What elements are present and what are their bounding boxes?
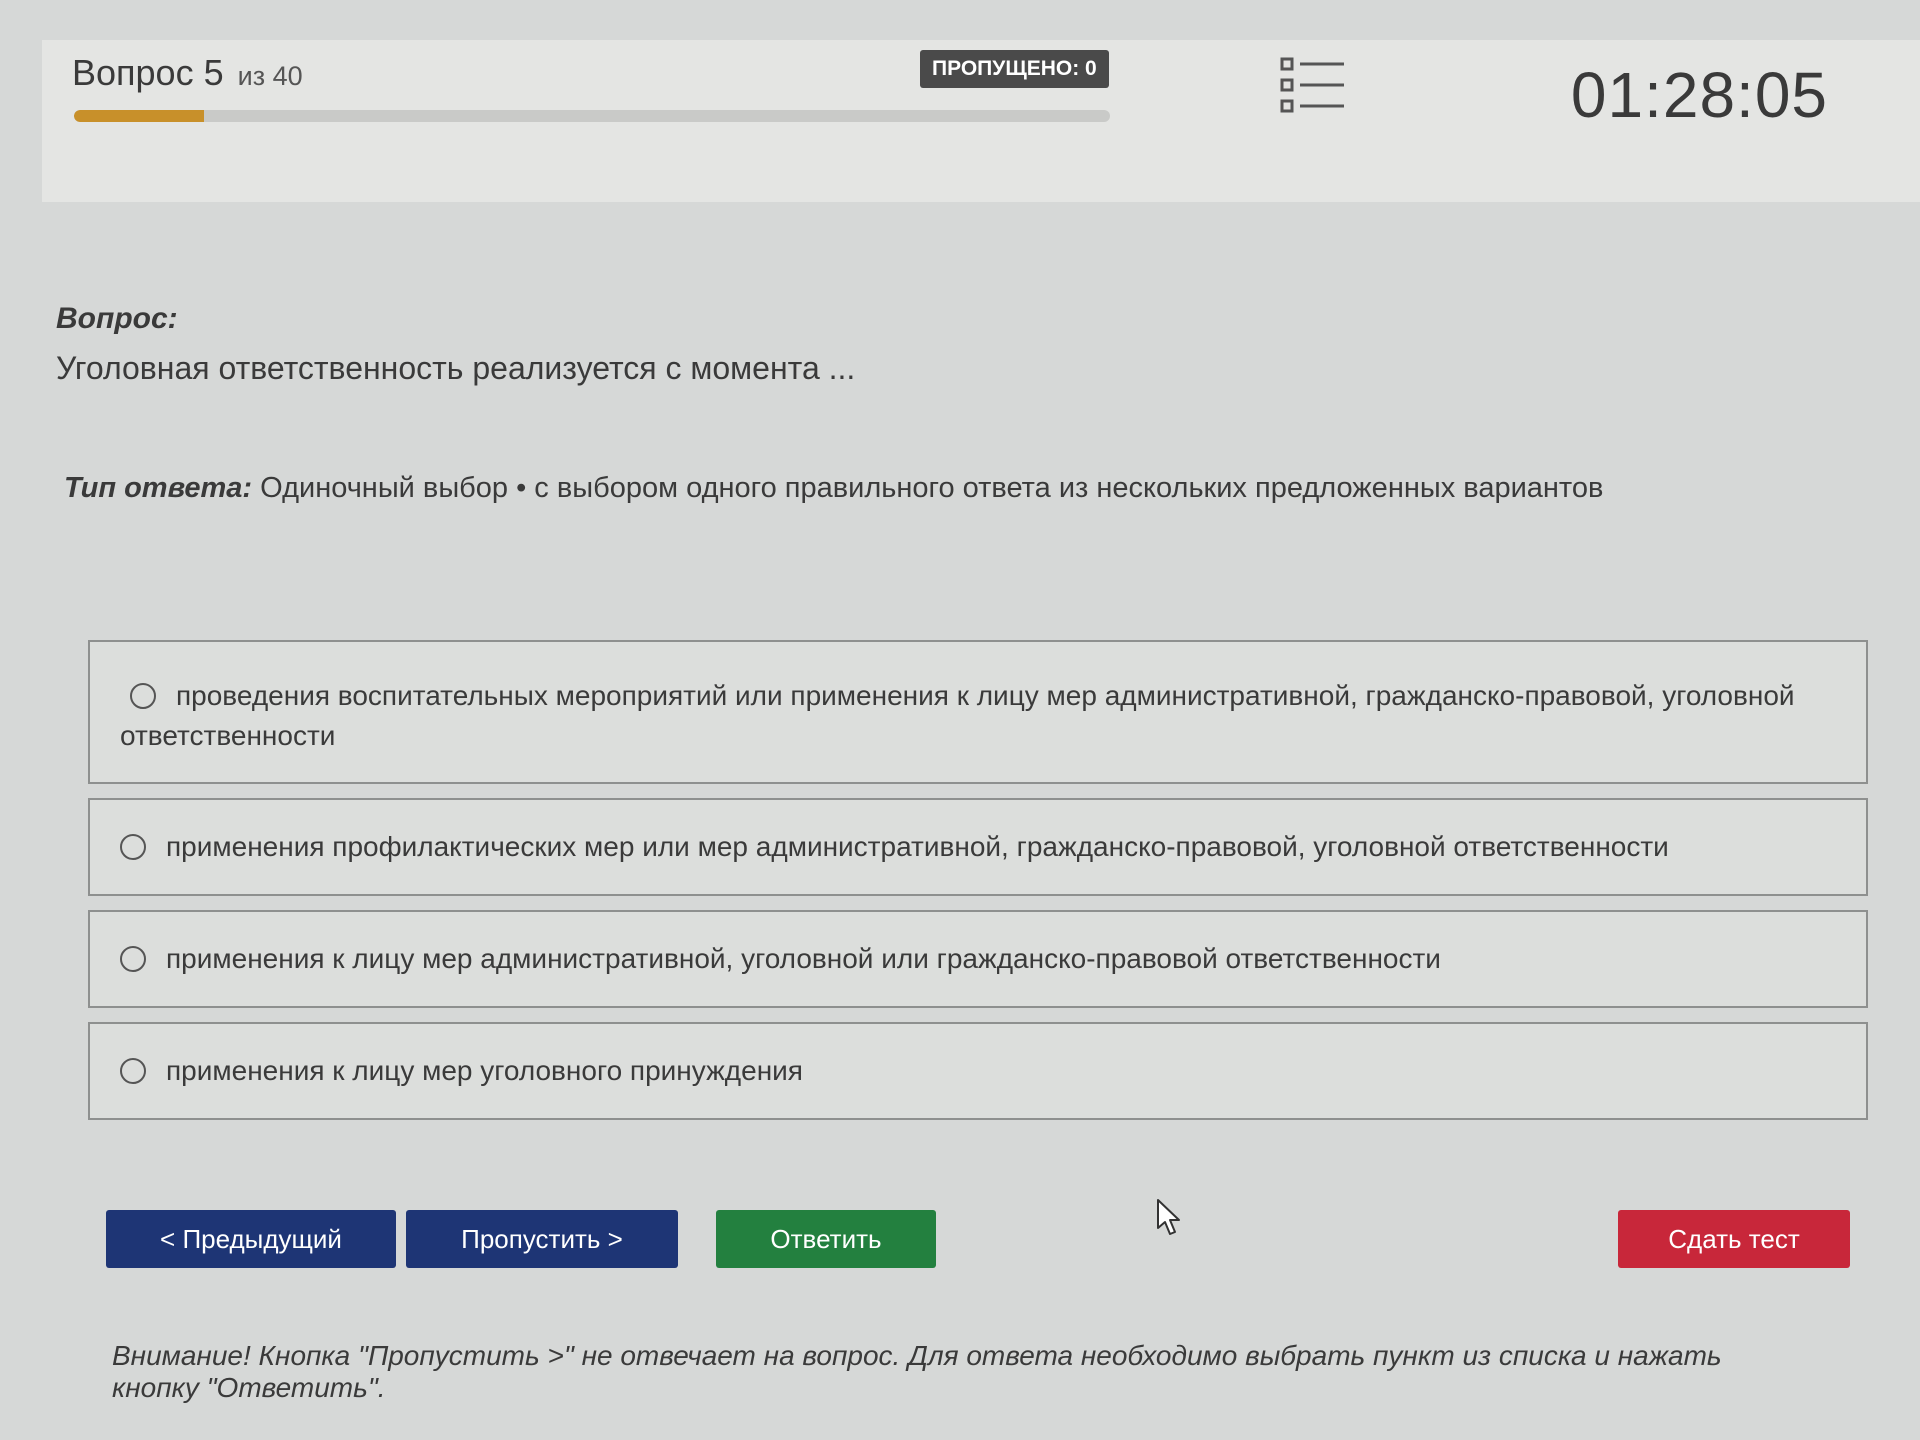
answer-option-1[interactable]: проведения воспитательных мероприятий ил… [88, 640, 1868, 784]
answer-button[interactable]: Ответить [716, 1210, 936, 1268]
answer-type-value: Одиночный выбор • с выбором одного прави… [260, 472, 1604, 504]
radio-icon[interactable] [120, 946, 146, 972]
radio-icon[interactable] [120, 834, 146, 860]
answer-type: Тип ответа: Одиночный выбор • с выбором … [64, 472, 1603, 505]
answer-option-4[interactable]: применения к лицу мер уголовного принужд… [88, 1022, 1868, 1120]
answer-options: проведения воспитательных мероприятий ил… [88, 640, 1868, 1134]
mouse-cursor-icon [1157, 1199, 1180, 1235]
answer-option-3[interactable]: применения к лицу мер административной, … [88, 910, 1868, 1008]
answer-type-label: Тип ответа: [64, 472, 253, 504]
skip-button[interactable]: Пропустить > [406, 1210, 678, 1268]
answer-option-label: применения профилактических мер или мер … [166, 831, 1669, 862]
question-text: Уголовная ответственность реализуется с … [56, 350, 856, 386]
submit-test-button[interactable]: Сдать тест [1618, 1210, 1850, 1268]
timer: 01:28:05 [1570, 59, 1828, 131]
radio-icon[interactable] [120, 1058, 146, 1084]
question-number: Вопрос 5 [72, 52, 224, 93]
question-counter: Вопрос 5 из 40 [72, 52, 303, 94]
progress-fill [74, 110, 204, 122]
question-total: из 40 [237, 61, 303, 91]
radio-icon[interactable] [130, 682, 156, 709]
skipped-badge: ПРОПУЩЕНО: 0 [920, 50, 1109, 88]
answer-option-label: применения к лицу мер уголовного принужд… [166, 1055, 803, 1086]
answer-option-2[interactable]: применения профилактических мер или мер … [88, 798, 1868, 896]
previous-button[interactable]: < Предыдущий [106, 1210, 396, 1268]
question-label: Вопрос: [56, 302, 178, 335]
question-list-icon[interactable] [1280, 56, 1346, 114]
skip-warning-text: Внимание! Кнопка "Пропустить >" не отвеч… [112, 1340, 1722, 1403]
answer-option-label: применения к лицу мер административной, … [166, 943, 1441, 974]
answer-option-label: проведения воспитательных мероприятий ил… [120, 680, 1795, 751]
progress-bar [74, 110, 1110, 122]
